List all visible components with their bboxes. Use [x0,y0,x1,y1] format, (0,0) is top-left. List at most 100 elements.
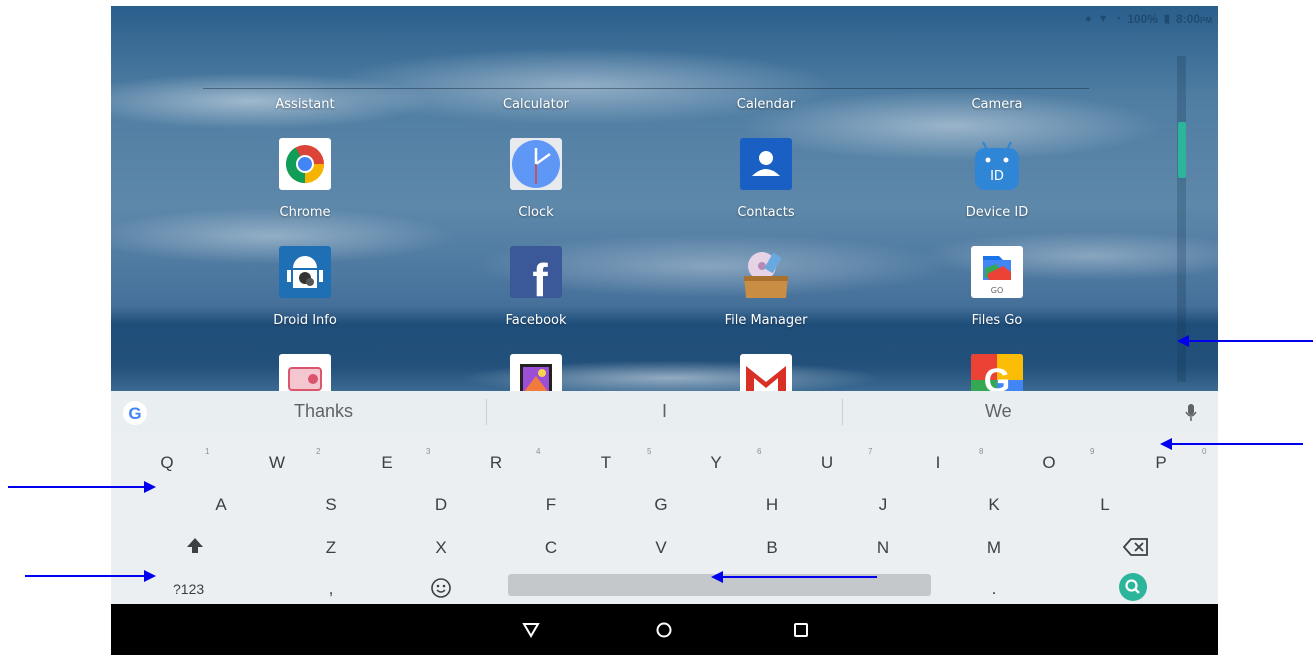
key-m[interactable]: M [974,538,1014,558]
key-v[interactable]: V [641,538,681,558]
key-c[interactable]: C [531,538,571,558]
search-icon[interactable] [1119,573,1147,601]
suggestion-i[interactable]: I [662,401,667,422]
clock-time: 8:00PM [1175,12,1212,26]
home-wallpaper [111,6,1218,391]
shift-icon[interactable] [185,536,205,556]
microphone-icon[interactable] [1185,404,1197,424]
back-icon[interactable] [517,616,545,644]
annotation-arrowhead [144,481,156,493]
key-k[interactable]: K [974,495,1014,515]
key-y[interactable]: Y [696,453,736,473]
key-y-hint: 6 [757,447,762,456]
soft-keyboard: G Thanks I We Q 1 W 2 E 3 R 4 T 5 Y 6 U … [111,391,1218,604]
svg-text:G: G [128,404,141,423]
chrome-icon[interactable] [279,138,331,190]
key-o[interactable]: O [1029,453,1069,473]
files-go-icon[interactable]: GO [971,246,1023,298]
key-q[interactable]: Q [147,453,187,473]
android-screen: ● ▼ ◔ 100% ▮ 8:00PM Assistant Calculator… [111,6,1218,655]
files-go-icon-text: GO [991,286,1004,295]
suggestion-divider [842,399,843,425]
app-label-device-id[interactable]: Device ID [897,205,1097,220]
key-l[interactable]: L [1085,495,1125,515]
annotation-arrow [1170,443,1303,445]
suggestion-thanks[interactable]: Thanks [294,401,353,422]
app-label-calculator[interactable]: Calculator [436,97,636,112]
app-label-camera[interactable]: Camera [897,97,1097,112]
period-key[interactable]: . [974,579,1014,599]
key-i[interactable]: I [918,453,958,473]
key-s[interactable]: S [311,495,351,515]
facebook-icon-text: f [532,254,548,298]
key-d[interactable]: D [421,495,461,515]
signal-icon: ◔ [1114,13,1122,25]
annotation-arrow [25,575,144,577]
annotation-arrowhead [1160,438,1172,450]
annotation-arrowhead [1177,335,1189,347]
key-h[interactable]: H [752,495,792,515]
battery-percent: 100% [1127,12,1158,26]
key-w-hint: 2 [316,447,321,456]
key-r-hint: 4 [536,447,541,456]
facebook-icon[interactable]: f [510,246,562,298]
suggestion-divider [486,399,487,425]
annotation-arrow [8,486,144,488]
key-e-hint: 3 [426,447,431,456]
key-z[interactable]: Z [311,538,351,558]
key-b[interactable]: B [752,538,792,558]
annotation-arrowhead [144,570,156,582]
symbols-key[interactable]: ?123 [173,581,204,597]
recents-icon[interactable] [787,616,815,644]
key-t[interactable]: T [586,453,626,473]
key-p[interactable]: P [1141,453,1181,473]
key-u[interactable]: U [807,453,847,473]
app-label-chrome[interactable]: Chrome [205,205,405,220]
battery-icon: ▮ [1163,13,1170,25]
key-g[interactable]: G [641,495,681,515]
clock-icon[interactable] [510,138,562,190]
key-j[interactable]: J [863,495,903,515]
suggestion-we[interactable]: We [985,401,1012,422]
app-label-contacts[interactable]: Contacts [666,205,866,220]
home-icon[interactable] [650,616,678,644]
annotation-arrowhead [711,571,723,583]
key-e[interactable]: E [367,453,407,473]
device-id-icon-text: ID [990,169,1004,184]
key-u-hint: 7 [868,447,873,456]
comma-key[interactable]: , [311,579,351,599]
location-icon: ● [1085,13,1092,25]
key-w[interactable]: W [257,453,297,473]
device-id-icon[interactable]: ID [971,138,1023,190]
app-drawer-scroll-thumb[interactable] [1178,122,1186,178]
key-a[interactable]: A [201,495,241,515]
key-x[interactable]: X [421,538,461,558]
key-f[interactable]: F [531,495,571,515]
file-manager-icon[interactable] [740,246,792,298]
emoji-icon[interactable] [430,577,452,599]
backspace-icon[interactable] [1122,538,1149,556]
app-label-file-manager[interactable]: File Manager [666,313,866,328]
contacts-icon[interactable] [740,138,792,190]
key-n[interactable]: N [863,538,903,558]
navigation-bar [111,604,1218,655]
key-i-hint: 8 [979,447,984,456]
app-drawer-divider [203,88,1089,89]
annotation-arrow [722,576,877,578]
annotation-arrow [1188,340,1313,342]
app-label-clock[interactable]: Clock [436,205,636,220]
key-o-hint: 9 [1090,447,1095,456]
droid-info-icon[interactable] [279,246,331,298]
key-p-hint: 0 [1202,447,1207,456]
wifi-icon: ▼ [1097,13,1109,25]
key-r[interactable]: R [476,453,516,473]
google-g-icon[interactable]: G [123,401,147,425]
app-label-calendar[interactable]: Calendar [666,97,866,112]
suggestion-strip: G Thanks I We [111,391,1218,434]
app-drawer-scroll-track[interactable] [1177,56,1186,382]
app-label-files-go[interactable]: Files Go [897,313,1097,328]
app-label-facebook[interactable]: Facebook [436,313,636,328]
status-bar: ● ▼ ◔ 100% ▮ 8:00PM [1085,12,1212,26]
app-label-droid-info[interactable]: Droid Info [205,313,405,328]
app-label-assistant[interactable]: Assistant [205,97,405,112]
